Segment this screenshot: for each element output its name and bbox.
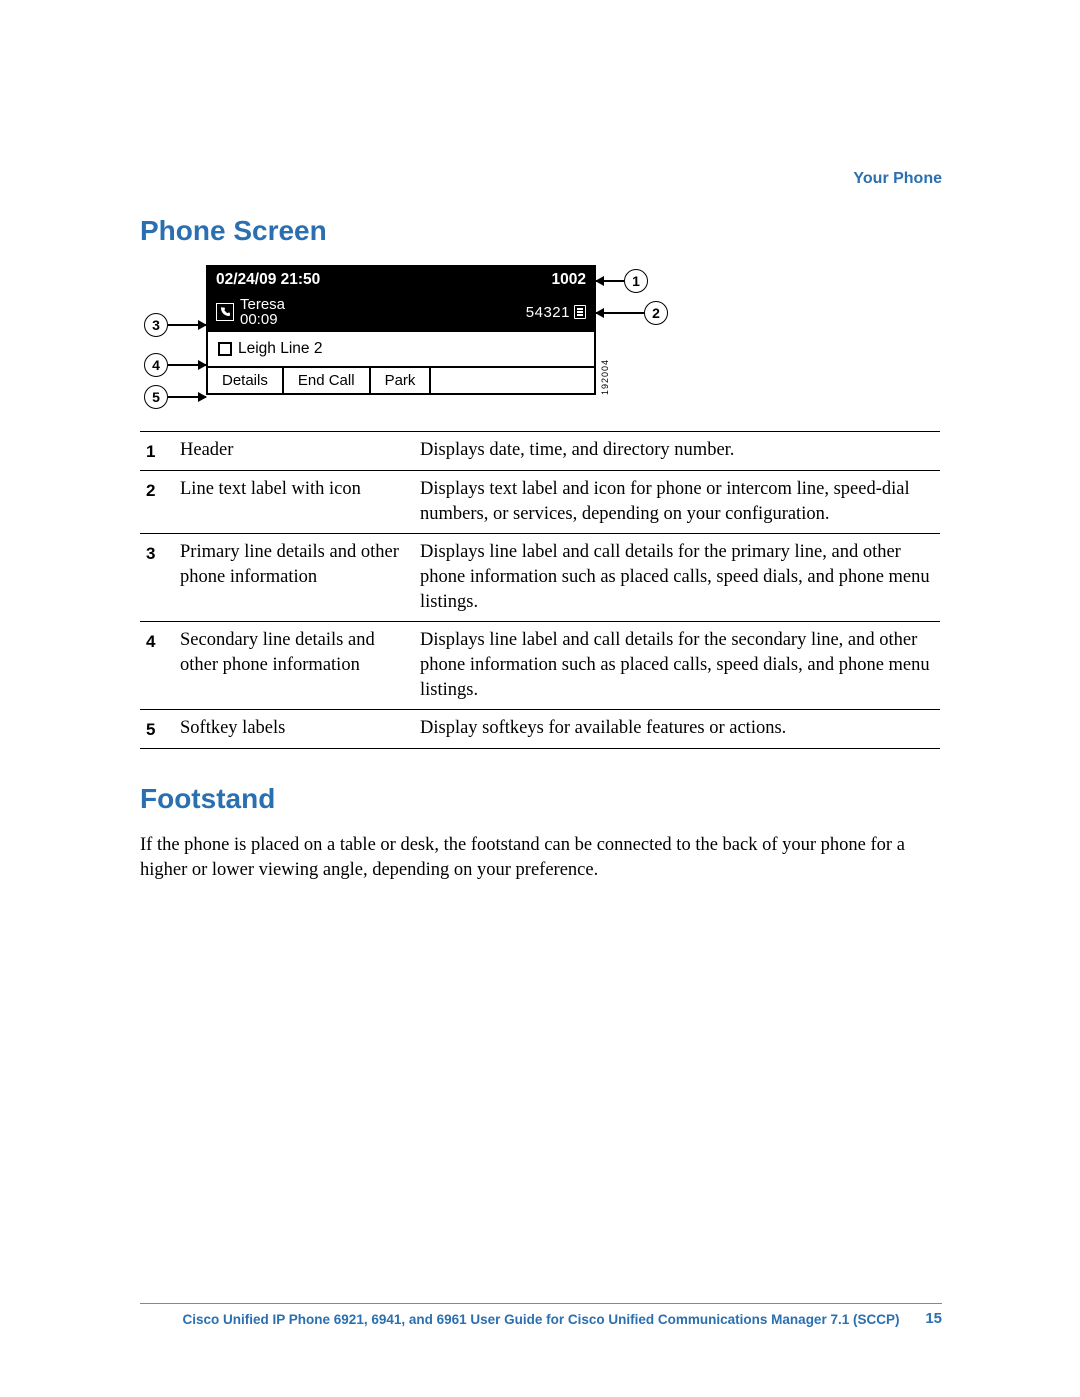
callout-number: 1 (624, 269, 648, 293)
softkey-park: Park (371, 368, 432, 393)
extension-number: 54321 (526, 304, 570, 321)
header-directory-number: 1002 (552, 271, 586, 289)
legend-name: Line text label with icon (174, 470, 414, 533)
phone-header-row: 02/24/09 21:50 1002 (208, 267, 594, 294)
table-row: 2 Line text label with icon Displays tex… (140, 470, 940, 533)
callout-4: 4 (144, 353, 206, 377)
callout-2: 2 (596, 301, 668, 325)
softkey-row: Details End Call Park (208, 366, 594, 393)
footstand-paragraph: If the phone is placed on a table or des… (140, 833, 940, 883)
legend-desc: Display softkeys for available features … (414, 709, 940, 748)
section-title-phone-screen: Phone Screen (140, 215, 940, 247)
line-status-icon (218, 342, 232, 356)
primary-line-timer: 00:09 (240, 312, 285, 327)
legend-number: 4 (140, 621, 174, 709)
legend-name: Primary line details and other phone inf… (174, 533, 414, 621)
arrow-right-icon (168, 396, 206, 398)
legend-name: Header (174, 432, 414, 471)
legend-number: 2 (140, 470, 174, 533)
section-title-footstand: Footstand (140, 783, 940, 815)
primary-line-row: Teresa 00:09 54321 (208, 294, 594, 331)
directory-icon (574, 305, 586, 319)
legend-desc: Displays date, time, and directory numbe… (414, 432, 940, 471)
legend-desc: Displays line label and call details for… (414, 621, 940, 709)
arrow-left-icon (596, 312, 644, 314)
footer-page-number: 15 (902, 1310, 942, 1327)
legend-name: Secondary line details and other phone i… (174, 621, 414, 709)
callout-number: 2 (644, 301, 668, 325)
header-datetime: 02/24/09 21:50 (216, 271, 320, 289)
secondary-line-label: Leigh Line 2 (238, 340, 322, 358)
legend-number: 1 (140, 432, 174, 471)
table-row: 4 Secondary line details and other phone… (140, 621, 940, 709)
arrow-left-icon (596, 280, 624, 282)
callout-5: 5 (144, 385, 206, 409)
document-page: Your Phone Phone Screen 3 4 5 02/24/09 2… (0, 0, 1080, 1397)
legend-desc: Displays line label and call details for… (414, 533, 940, 621)
secondary-line-row: Leigh Line 2 (208, 331, 594, 366)
softkey-end-call: End Call (284, 368, 371, 393)
primary-line-name: Teresa (240, 297, 285, 312)
legend-table: 1 Header Displays date, time, and direct… (140, 431, 940, 749)
callout-3: 3 (144, 313, 206, 337)
handset-icon (216, 303, 234, 321)
callout-number: 3 (144, 313, 168, 337)
footer-doc-title: Cisco Unified IP Phone 6921, 6941, and 6… (180, 1312, 902, 1327)
legend-number: 3 (140, 533, 174, 621)
callout-number: 5 (144, 385, 168, 409)
arrow-right-icon (168, 364, 206, 366)
table-row: 5 Softkey labels Display softkeys for av… (140, 709, 940, 748)
callout-number: 4 (144, 353, 168, 377)
softkey-details: Details (208, 368, 284, 393)
table-row: 1 Header Displays date, time, and direct… (140, 432, 940, 471)
phone-screen-illustration: 02/24/09 21:50 1002 Teresa 00:09 54321 (206, 265, 596, 395)
legend-name: Softkey labels (174, 709, 414, 748)
figure-id-label: 192004 (600, 359, 610, 395)
breadcrumb: Your Phone (853, 170, 942, 188)
table-row: 3 Primary line details and other phone i… (140, 533, 940, 621)
callout-1: 1 (596, 269, 668, 293)
page-footer: Cisco Unified IP Phone 6921, 6941, and 6… (140, 1303, 942, 1327)
phone-screen-figure: 3 4 5 02/24/09 21:50 1002 (144, 265, 940, 409)
legend-number: 5 (140, 709, 174, 748)
legend-desc: Displays text label and icon for phone o… (414, 470, 940, 533)
line-extension-label: 54321 (526, 304, 586, 321)
arrow-right-icon (168, 324, 206, 326)
